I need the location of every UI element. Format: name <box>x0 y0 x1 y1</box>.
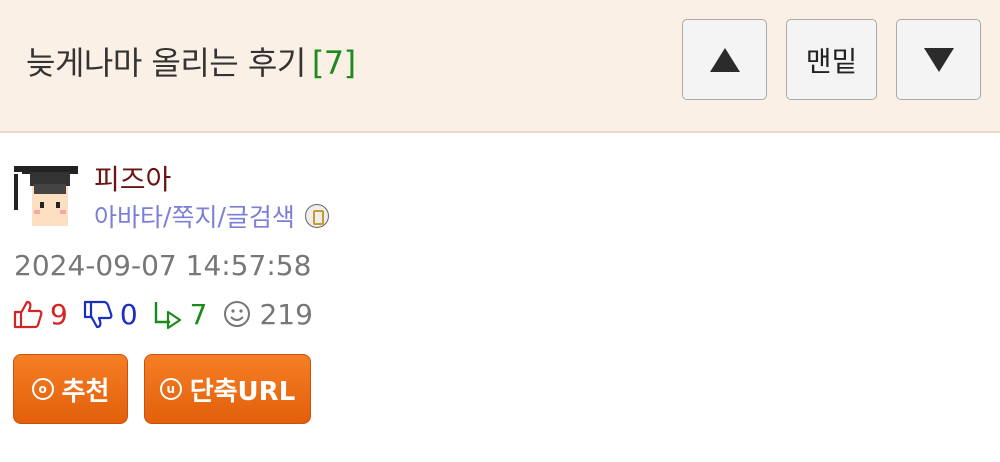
arrow-up-icon <box>709 47 740 72</box>
author-links: 아바타 / 쪽지 / 글검색 <box>94 198 329 234</box>
arrow-down-icon <box>923 47 954 72</box>
reply-arrow-icon <box>154 302 181 330</box>
scroll-bottom-button[interactable]: 맨밑 <box>786 19 877 100</box>
view-count: 219 <box>259 297 313 331</box>
upvote-stat: 9 <box>12 298 68 331</box>
author-nickname[interactable]: 피즈아 <box>94 158 171 198</box>
upvote-count: 9 <box>50 297 68 331</box>
thumbs-up-icon <box>13 300 43 329</box>
reply-stat: 7 <box>152 297 208 331</box>
reply-count: 7 <box>189 297 208 331</box>
scroll-top-button[interactable] <box>682 19 767 100</box>
recommend-circle-icon: o <box>31 378 54 400</box>
post-stats: 9 0 7 219 <box>12 296 327 332</box>
post-title: 늦게나마 올리는 후기 [7] <box>26 38 356 84</box>
recommend-button[interactable]: o 추천 <box>13 354 128 424</box>
post-title-text: 늦게나마 올리는 후기 <box>26 44 306 82</box>
smiley-icon <box>224 301 251 327</box>
link-separator: / <box>217 201 226 231</box>
short-url-circle-icon: u <box>159 378 182 400</box>
graduate-avatar-icon <box>14 166 78 226</box>
view-stat: 219 <box>221 297 313 331</box>
avatar[interactable] <box>12 158 78 230</box>
post-header: 늦게나마 올리는 후기 [7] 맨밑 <box>0 0 1000 133</box>
comment-count[interactable]: [7] <box>312 44 356 82</box>
short-url-button[interactable]: u 단축URL <box>144 354 311 424</box>
member-badge-icon[interactable] <box>304 204 329 228</box>
thumbs-down-icon <box>83 300 113 329</box>
link-separator: / <box>163 201 172 231</box>
message-link[interactable]: 쪽지 <box>171 198 217 234</box>
short-url-label: 단축URL <box>189 376 296 407</box>
recommend-label: 추천 <box>61 376 110 407</box>
downvote-stat: 0 <box>82 298 138 331</box>
post-datetime: 2024-09-07 14:57:58 <box>14 249 312 282</box>
downvote-count: 0 <box>119 297 138 331</box>
avatar-link[interactable]: 아바타 <box>94 198 163 234</box>
scroll-down-button[interactable] <box>896 19 981 100</box>
post-search-link[interactable]: 글검색 <box>226 198 295 234</box>
scroll-bottom-label: 맨밑 <box>805 44 858 78</box>
